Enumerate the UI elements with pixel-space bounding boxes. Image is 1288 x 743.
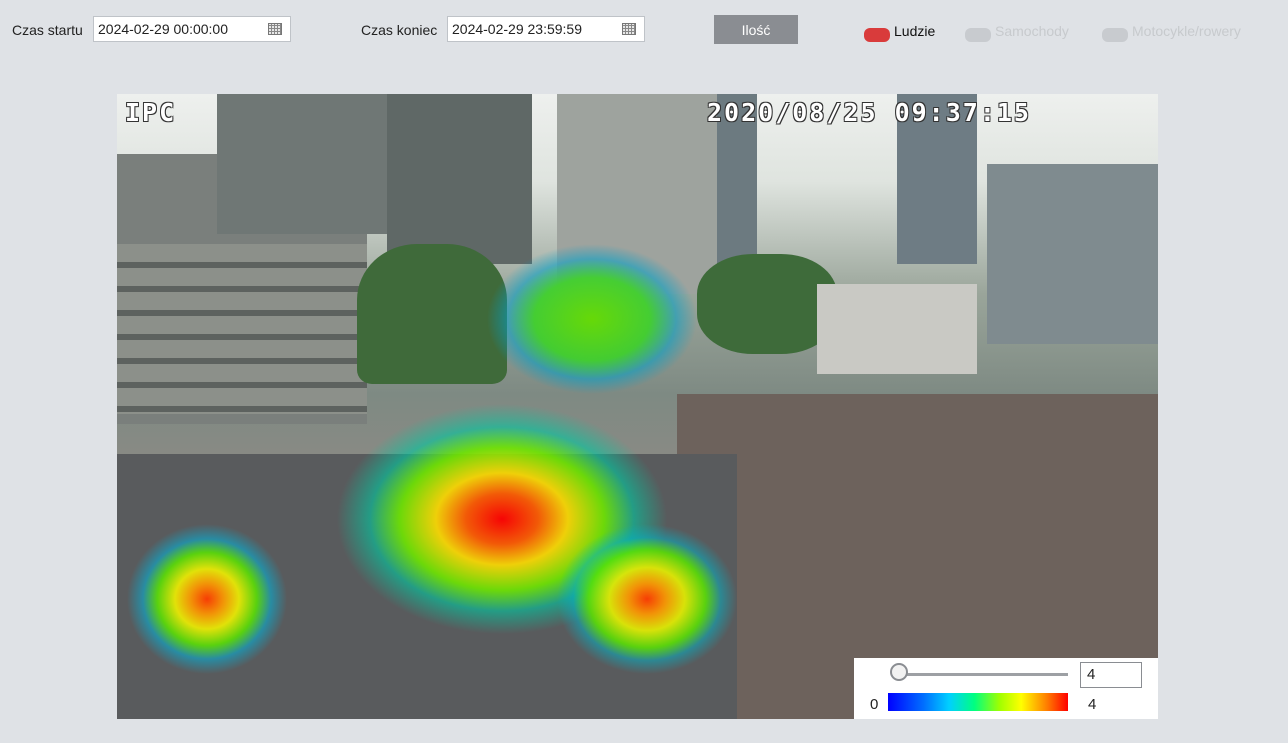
heatmap-color-gradient bbox=[888, 693, 1068, 711]
heatmap-hotspot bbox=[557, 524, 737, 674]
heatmap-scale-panel: 4 0 4 bbox=[854, 658, 1158, 719]
building bbox=[817, 284, 977, 374]
legend-swatch bbox=[965, 28, 991, 42]
heatmap-camera-view: IPC 2020/08/25 09:37:15 bbox=[117, 94, 1158, 719]
camera-osd-timestamp: 2020/08/25 09:37:15 bbox=[707, 98, 1031, 127]
building bbox=[117, 244, 367, 414]
scale-slider-thumb[interactable] bbox=[890, 663, 908, 681]
scale-min-label: 0 bbox=[870, 696, 879, 713]
trees bbox=[357, 244, 507, 384]
scale-max-input[interactable]: 4 bbox=[1080, 662, 1142, 688]
start-time-label: Czas startu bbox=[12, 22, 83, 38]
legend-cars-toggle[interactable]: Samochody bbox=[965, 20, 1069, 42]
camera-osd-name: IPC bbox=[125, 98, 177, 127]
toolbar: Czas startu 2024-02-29 00:00:00 Czas kon… bbox=[0, 0, 1288, 60]
start-time-field[interactable]: 2024-02-29 00:00:00 bbox=[93, 16, 291, 42]
legend-bikes-toggle[interactable]: Motocykle/rowery bbox=[1102, 20, 1241, 42]
scale-slider-track[interactable] bbox=[898, 673, 1068, 676]
heatmap-hotspot bbox=[487, 244, 697, 394]
legend-swatch bbox=[864, 28, 890, 42]
legend-label: Motocykle/rowery bbox=[1132, 23, 1241, 39]
end-time-field[interactable]: 2024-02-29 23:59:59 bbox=[447, 16, 645, 42]
calendar-icon[interactable] bbox=[622, 23, 636, 35]
start-time-value: 2024-02-29 00:00:00 bbox=[98, 21, 228, 37]
building bbox=[217, 94, 387, 234]
building bbox=[387, 94, 532, 264]
scale-max-label: 4 bbox=[1088, 696, 1097, 713]
calendar-icon[interactable] bbox=[268, 23, 282, 35]
building bbox=[987, 164, 1158, 344]
legend-swatch bbox=[1102, 28, 1128, 42]
trees bbox=[697, 254, 837, 354]
end-time-value: 2024-02-29 23:59:59 bbox=[452, 21, 582, 37]
legend-label: Samochody bbox=[995, 23, 1069, 39]
heatmap-hotspot bbox=[127, 524, 287, 674]
legend-label: Ludzie bbox=[894, 23, 936, 39]
end-time-label: Czas koniec bbox=[361, 22, 438, 38]
legend-people-toggle[interactable]: Ludzie bbox=[864, 20, 935, 42]
count-button[interactable]: Ilość bbox=[714, 15, 798, 44]
